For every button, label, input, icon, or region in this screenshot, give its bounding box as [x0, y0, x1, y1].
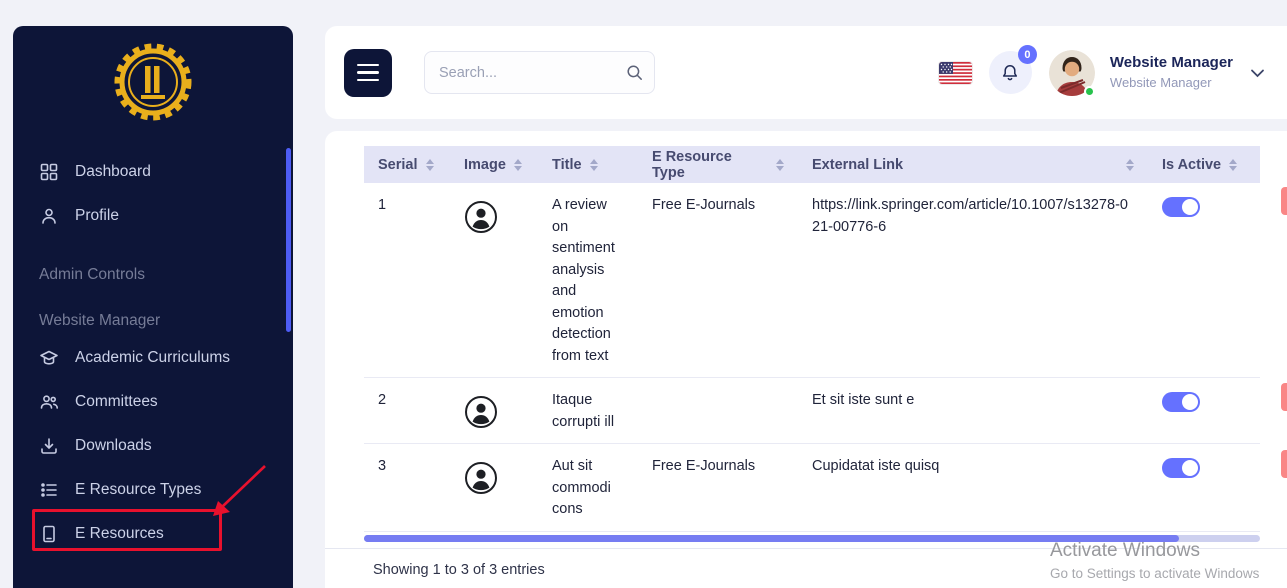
- column-header-image[interactable]: Image: [450, 146, 538, 183]
- person-placeholder-icon: [465, 201, 497, 233]
- dashboard-icon: [39, 162, 59, 182]
- sidebar-item-label: Committees: [75, 393, 158, 410]
- cell-type: [638, 377, 798, 444]
- journal-icon: [39, 524, 59, 544]
- list-icon: [39, 480, 59, 500]
- cell-title: Itaque corrupti ill: [538, 377, 638, 444]
- graduation-cap-icon: [39, 348, 59, 368]
- users-icon: [39, 392, 59, 412]
- chevron-down-icon[interactable]: [1250, 68, 1265, 78]
- user-text: Website Manager Website Manager: [1110, 54, 1233, 91]
- cell-is-active: [1148, 183, 1260, 378]
- sidebar-item-dashboard[interactable]: Dashboard: [39, 150, 267, 194]
- cell-image: [450, 377, 538, 444]
- cell-is-active: [1148, 443, 1260, 532]
- sidebar-item-downloads[interactable]: Downloads: [39, 424, 267, 468]
- cell-title: Aut sit commodi cons: [538, 443, 638, 532]
- cell-title: A review on sentiment analysis and emoti…: [538, 183, 638, 378]
- watermark-line1: Activate Windows: [1050, 540, 1200, 561]
- sidebar-nav: Dashboard Profile Admin Controls Website…: [13, 150, 293, 556]
- sidebar-item-e-resource-types[interactable]: E Resource Types: [39, 468, 267, 512]
- sidebar-item-profile[interactable]: Profile: [39, 194, 267, 238]
- column-header-serial[interactable]: Serial: [364, 146, 450, 183]
- watermark-line2: Go to Settings to activate Windows: [1050, 566, 1260, 581]
- table-row: 3 Aut sit commodi cons Free E-Journals C…: [364, 443, 1260, 532]
- column-header-type[interactable]: E Resource Type: [638, 146, 798, 183]
- search-icon[interactable]: [626, 64, 643, 81]
- sidebar-item-committees[interactable]: Committees: [39, 380, 267, 424]
- notification-count-badge: 0: [1017, 45, 1037, 64]
- menu-toggle-button[interactable]: [344, 48, 392, 97]
- user-role: Website Manager: [1109, 74, 1212, 90]
- online-status-dot: [1083, 85, 1095, 97]
- cell-image: [450, 443, 538, 532]
- sidebar-item-label: Downloads: [75, 437, 152, 454]
- person-placeholder-icon: [465, 462, 497, 494]
- app-logo: [13, 40, 293, 126]
- activate-windows-watermark: Activate Windows Go to Settings to activ…: [1050, 540, 1259, 581]
- column-header-is-active[interactable]: Is Active: [1148, 146, 1260, 183]
- sidebar-item-label: Dashboard: [75, 163, 151, 180]
- search-input[interactable]: [439, 64, 626, 81]
- e-resources-table: Serial Image Title E Resource Type Exter…: [364, 146, 1260, 532]
- cell-serial: 1: [364, 183, 450, 378]
- is-active-toggle[interactable]: [1162, 392, 1200, 412]
- section-admin-controls: Admin Controls: [39, 266, 145, 283]
- sort-icon: [589, 158, 598, 171]
- download-icon: [39, 436, 59, 456]
- search-box: [424, 51, 655, 94]
- profile-icon: [39, 206, 59, 226]
- is-active-toggle[interactable]: [1162, 197, 1200, 217]
- sidebar-item-label: Academic Curriculums: [75, 349, 231, 366]
- cell-serial: 3: [364, 443, 450, 532]
- row-action-button-partial[interactable]: [1281, 187, 1287, 215]
- table-row: 1 A review on sentiment analysis and emo…: [364, 183, 1260, 378]
- topbar-right: 0 Website Manager Website Manager: [938, 45, 1265, 97]
- sort-icon: [776, 158, 784, 171]
- table-header-row: Serial Image Title E Resource Type Exter…: [364, 146, 1260, 183]
- sort-icon: [425, 158, 434, 171]
- row-action-button-partial[interactable]: [1281, 450, 1287, 478]
- column-header-title[interactable]: Title: [538, 146, 638, 183]
- section-website-manager: Website Manager: [39, 312, 161, 329]
- cell-type: Free E-Journals: [638, 443, 798, 532]
- sidebar: Dashboard Profile Admin Controls Website…: [13, 26, 293, 588]
- user-name: Website Manager: [1109, 54, 1233, 71]
- table-row: 2 Itaque corrupti ill Et sit iste sunt e: [364, 377, 1260, 444]
- person-placeholder-icon: [465, 396, 497, 428]
- row-action-button-partial[interactable]: [1281, 383, 1287, 411]
- language-flag-us[interactable]: [938, 61, 972, 84]
- notification-area: 0: [988, 45, 1037, 94]
- is-active-toggle[interactable]: [1162, 458, 1200, 478]
- main-content: Serial Image Title E Resource Type Exter…: [325, 131, 1287, 588]
- sidebar-item-label: Profile: [75, 207, 119, 224]
- sort-icon: [1126, 158, 1134, 171]
- sidebar-item-label: E Resource Types: [75, 481, 202, 498]
- column-header-external-link[interactable]: External Link: [798, 146, 1148, 183]
- bell-icon: [1003, 64, 1018, 80]
- cell-external-link: Cupidatat iste quisq: [798, 443, 1148, 532]
- sidebar-item-label: E Resources: [75, 525, 164, 542]
- sort-icon: [1229, 158, 1238, 171]
- sidebar-item-academic-curriculums[interactable]: Academic Curriculums: [39, 336, 267, 380]
- cell-external-link: https://link.springer.com/article/10.100…: [798, 183, 1148, 378]
- cell-type: Free E-Journals: [638, 183, 798, 378]
- cell-image: [450, 183, 538, 378]
- user-avatar-area: [1048, 49, 1095, 97]
- cell-external-link: Et sit iste sunt e: [798, 377, 1148, 444]
- cell-is-active: [1148, 377, 1260, 444]
- cell-serial: 2: [364, 377, 450, 444]
- sort-icon: [513, 158, 522, 171]
- sidebar-scrollbar[interactable]: [286, 148, 291, 332]
- sidebar-item-e-resources[interactable]: E Resources: [32, 465, 267, 556]
- topbar: 0 Website Manager Website Manager: [325, 26, 1287, 119]
